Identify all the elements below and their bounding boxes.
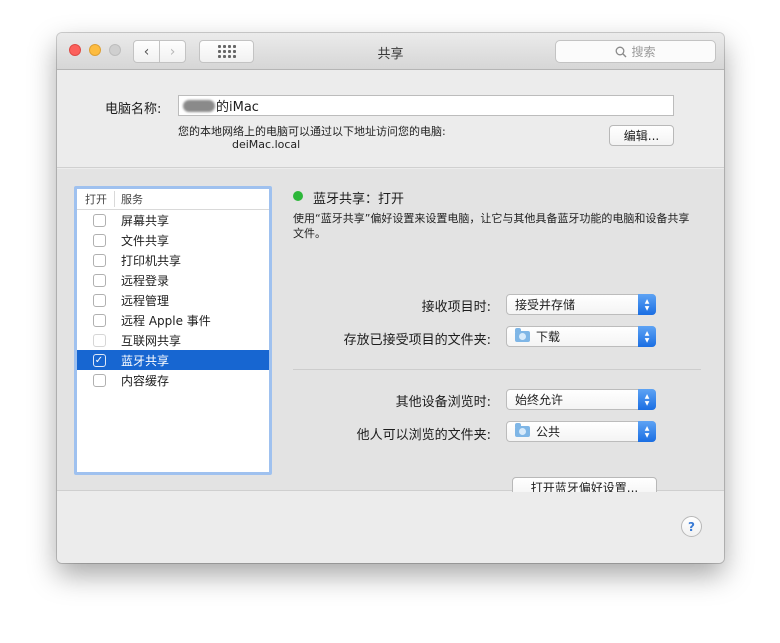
- redacted-address-mask: [178, 140, 232, 150]
- checkbox-cell: [77, 233, 121, 247]
- popup-arrows-icon: ▲ ▼: [638, 326, 656, 347]
- public-folder-icon: [515, 423, 530, 437]
- service-list-header: 打开 服务: [77, 189, 269, 210]
- popup-arrows-icon: ▲ ▼: [638, 294, 656, 315]
- store-folder-label: 存放已接受项目的文件夹:: [343, 333, 491, 348]
- service-row[interactable]: 打印机共享: [77, 250, 269, 270]
- computer-name-label: 电脑名称:: [105, 102, 162, 117]
- title-bar: ‹ › 共享 搜索: [57, 33, 724, 70]
- service-checkbox: [92, 333, 106, 347]
- status-text: 蓝牙共享：打开: [313, 192, 405, 207]
- checkbox-cell: [77, 313, 121, 327]
- service-label: 远程登录: [121, 273, 170, 288]
- downloads-folder-icon: [515, 328, 530, 342]
- browse-folder-label: 他人可以浏览的文件夹:: [356, 428, 491, 443]
- store-folder-value: 下载: [536, 330, 561, 344]
- service-row[interactable]: 互联网共享: [77, 330, 269, 350]
- service-checkbox[interactable]: [92, 253, 106, 267]
- service-row[interactable]: 远程 Apple 事件: [77, 310, 269, 330]
- service-checkbox[interactable]: ✓: [92, 353, 106, 367]
- service-label: 远程管理: [121, 293, 170, 308]
- receive-label: 接收项目时:: [421, 300, 491, 315]
- address-value: deiMac.local: [232, 138, 301, 151]
- browse-label: 其他设备浏览时:: [395, 395, 491, 410]
- address-value-row: deiMac.local: [178, 138, 300, 151]
- service-label: 屏幕共享: [121, 213, 170, 228]
- checkbox-cell: [77, 213, 121, 227]
- service-checkbox[interactable]: [92, 373, 106, 387]
- redacted-name-blur: [183, 99, 215, 112]
- status-indicator: [293, 191, 303, 201]
- browse-folder-value: 公共: [536, 425, 561, 439]
- service-rows: 屏幕共享文件共享打印机共享远程登录远程管理远程 Apple 事件 互联网共享 ✓ 蓝牙…: [77, 210, 269, 390]
- help-button[interactable]: ?: [681, 516, 702, 537]
- header-service: 服务: [121, 193, 143, 206]
- browse-folder-popup[interactable]: 公共 ▲ ▼: [506, 421, 656, 442]
- browse-value: 始终允许: [515, 393, 564, 407]
- address-description: 您的本地网络上的电脑可以通过以下地址访问您的电脑:: [178, 125, 446, 138]
- service-label: 远程 Apple 事件: [121, 313, 211, 328]
- search-icon: [616, 46, 627, 57]
- service-checkbox[interactable]: [92, 233, 106, 247]
- main-section: 打开 服务 屏幕共享文件共享打印机共享远程登录远程管理远程 Apple 事件 互联…: [57, 169, 724, 498]
- checkbox-cell: [77, 253, 121, 267]
- service-row[interactable]: 内容缓存: [77, 370, 269, 390]
- service-checkbox[interactable]: [92, 293, 106, 307]
- service-label: 互联网共享: [121, 333, 182, 348]
- service-label: 文件共享: [121, 233, 170, 248]
- section-divider: [293, 369, 701, 370]
- checkbox-cell: [77, 373, 121, 387]
- store-folder-popup[interactable]: 下载 ▲ ▼: [506, 326, 656, 347]
- checkbox-cell: [77, 293, 121, 307]
- service-checkbox[interactable]: [92, 313, 106, 327]
- receive-popup[interactable]: 接受并存储 ▲ ▼: [506, 294, 656, 315]
- service-label: 蓝牙共享: [121, 353, 170, 368]
- popup-arrows-icon: ▲ ▼: [638, 421, 656, 442]
- edit-button[interactable]: 编辑...: [609, 125, 674, 146]
- computer-name-field[interactable]: 的iMac: [178, 95, 674, 116]
- service-description: 使用“蓝牙共享”偏好设置来设置电脑，让它与其他具备蓝牙功能的电脑和设备共享文件。: [293, 212, 690, 240]
- service-label: 打印机共享: [121, 253, 182, 268]
- service-checkbox[interactable]: [92, 213, 106, 227]
- service-row[interactable]: 屏幕共享: [77, 210, 269, 230]
- checkbox-cell: [77, 273, 121, 287]
- computer-name-section: 电脑名称: 的iMac 您的本地网络上的电脑可以通过以下地址访问您的电脑: de…: [57, 70, 724, 168]
- sharing-window: ‹ › 共享 搜索 电脑名称: 的iMac 您的本地网络上的电脑可以通过以下地址…: [57, 33, 724, 563]
- search-field[interactable]: 搜索: [555, 40, 716, 63]
- service-row[interactable]: ✓ 蓝牙共享: [77, 350, 269, 370]
- service-list[interactable]: 打开 服务 屏幕共享文件共享打印机共享远程登录远程管理远程 Apple 事件 互联…: [74, 186, 272, 475]
- service-row[interactable]: 远程登录: [77, 270, 269, 290]
- service-label: 内容缓存: [121, 373, 170, 388]
- browse-popup[interactable]: 始终允许 ▲ ▼: [506, 389, 656, 410]
- receive-value: 接受并存储: [515, 298, 576, 312]
- service-checkbox[interactable]: [92, 273, 106, 287]
- popup-arrows-icon: ▲ ▼: [638, 389, 656, 410]
- checkbox-cell: [77, 333, 121, 347]
- service-row[interactable]: 文件共享: [77, 230, 269, 250]
- service-row[interactable]: 远程管理: [77, 290, 269, 310]
- computer-name-value: 的iMac: [216, 100, 259, 115]
- header-on: 打开: [77, 191, 115, 207]
- bottom-section: [57, 492, 724, 563]
- checkbox-cell: ✓: [77, 353, 121, 367]
- search-placeholder: 搜索: [631, 45, 656, 59]
